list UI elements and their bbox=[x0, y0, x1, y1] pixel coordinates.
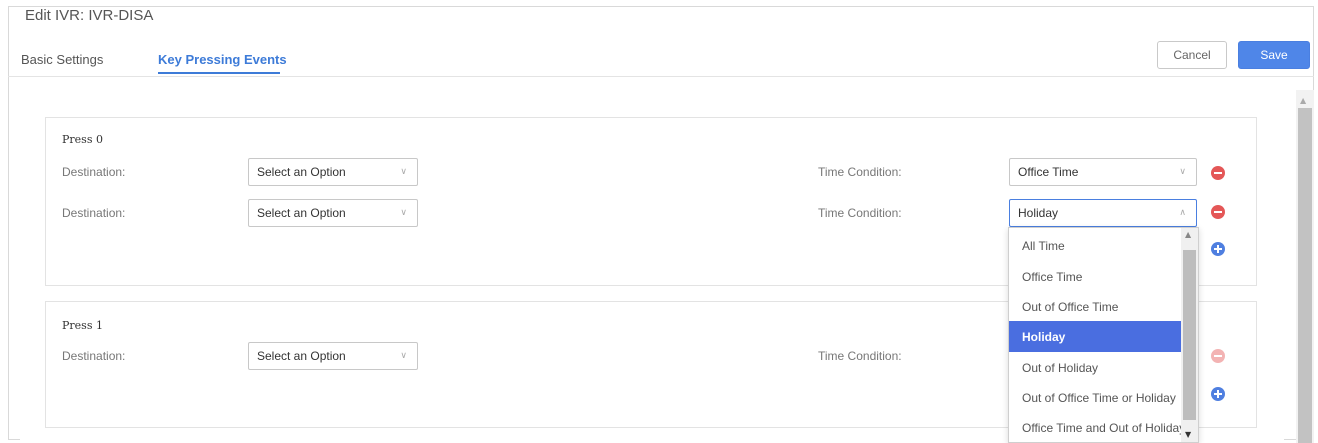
cancel-button[interactable]: Cancel bbox=[1157, 41, 1227, 69]
destination-select[interactable]: Select an Option ∨ bbox=[248, 199, 418, 227]
time-condition-select[interactable]: Office Time ∨ bbox=[1009, 158, 1197, 186]
page-scrollbar-thumb[interactable] bbox=[1298, 108, 1312, 443]
tab-basic-settings[interactable]: Basic Settings bbox=[21, 52, 103, 67]
time-condition-dropdown[interactable]: All Time Office Time Out of Office Time … bbox=[1008, 227, 1199, 443]
scroll-down-icon[interactable]: ▼ bbox=[1185, 430, 1191, 439]
page-title: Edit IVR: IVR-DISA bbox=[25, 7, 154, 24]
dropdown-option[interactable]: Office Time bbox=[1009, 261, 1181, 292]
dropdown-scrollbar[interactable]: ▲ ▼ bbox=[1181, 228, 1198, 442]
dropdown-option-selected[interactable]: Holiday bbox=[1009, 321, 1181, 352]
dropdown-option[interactable]: Office Time and Out of Holiday bbox=[1009, 412, 1181, 442]
dropdown-option[interactable]: All Time bbox=[1009, 230, 1181, 261]
press-1-title: Press 1 bbox=[62, 319, 103, 332]
destination-label: Destination: bbox=[62, 165, 126, 179]
add-row-icon[interactable] bbox=[1211, 242, 1225, 256]
scroll-up-icon[interactable]: ▲ bbox=[1300, 96, 1306, 105]
chevron-up-icon: ∧ bbox=[1179, 207, 1186, 217]
dropdown-option[interactable]: Out of Office Time or Holiday bbox=[1009, 382, 1181, 413]
destination-select-value: Select an Option bbox=[257, 349, 346, 363]
scroll-up-icon[interactable]: ▲ bbox=[1185, 230, 1191, 239]
destination-select-value: Select an Option bbox=[257, 165, 346, 179]
chevron-down-icon: ∨ bbox=[400, 350, 407, 360]
time-condition-select-value: Office Time bbox=[1018, 165, 1079, 179]
chevron-down-icon: ∨ bbox=[400, 166, 407, 176]
time-condition-select-value: Holiday bbox=[1018, 206, 1059, 220]
destination-label: Destination: bbox=[62, 206, 126, 220]
time-condition-label: Time Condition: bbox=[818, 206, 902, 220]
remove-row-icon[interactable] bbox=[1211, 205, 1225, 219]
chevron-down-icon: ∨ bbox=[1179, 166, 1186, 176]
chevron-down-icon: ∨ bbox=[400, 207, 407, 217]
time-condition-select-open[interactable]: Holiday ∧ bbox=[1009, 199, 1197, 227]
time-condition-label: Time Condition: bbox=[818, 165, 902, 179]
tab-key-pressing-events[interactable]: Key Pressing Events bbox=[158, 52, 287, 67]
active-tab-indicator bbox=[158, 72, 280, 74]
tabs-divider bbox=[8, 76, 1314, 77]
press-0-title: Press 0 bbox=[62, 133, 103, 146]
dropdown-option[interactable]: Out of Office Time bbox=[1009, 291, 1181, 322]
dropdown-scrollbar-thumb[interactable] bbox=[1183, 250, 1196, 420]
destination-label: Destination: bbox=[62, 349, 126, 363]
remove-row-icon[interactable] bbox=[1211, 166, 1225, 180]
add-row-icon[interactable] bbox=[1211, 387, 1225, 401]
save-button[interactable]: Save bbox=[1238, 41, 1310, 69]
destination-select-value: Select an Option bbox=[257, 206, 346, 220]
time-condition-label: Time Condition: bbox=[818, 349, 902, 363]
dropdown-option[interactable]: Out of Holiday bbox=[1009, 352, 1181, 383]
remove-row-icon[interactable] bbox=[1211, 349, 1225, 363]
destination-select[interactable]: Select an Option ∨ bbox=[248, 342, 418, 370]
destination-select[interactable]: Select an Option ∨ bbox=[248, 158, 418, 186]
